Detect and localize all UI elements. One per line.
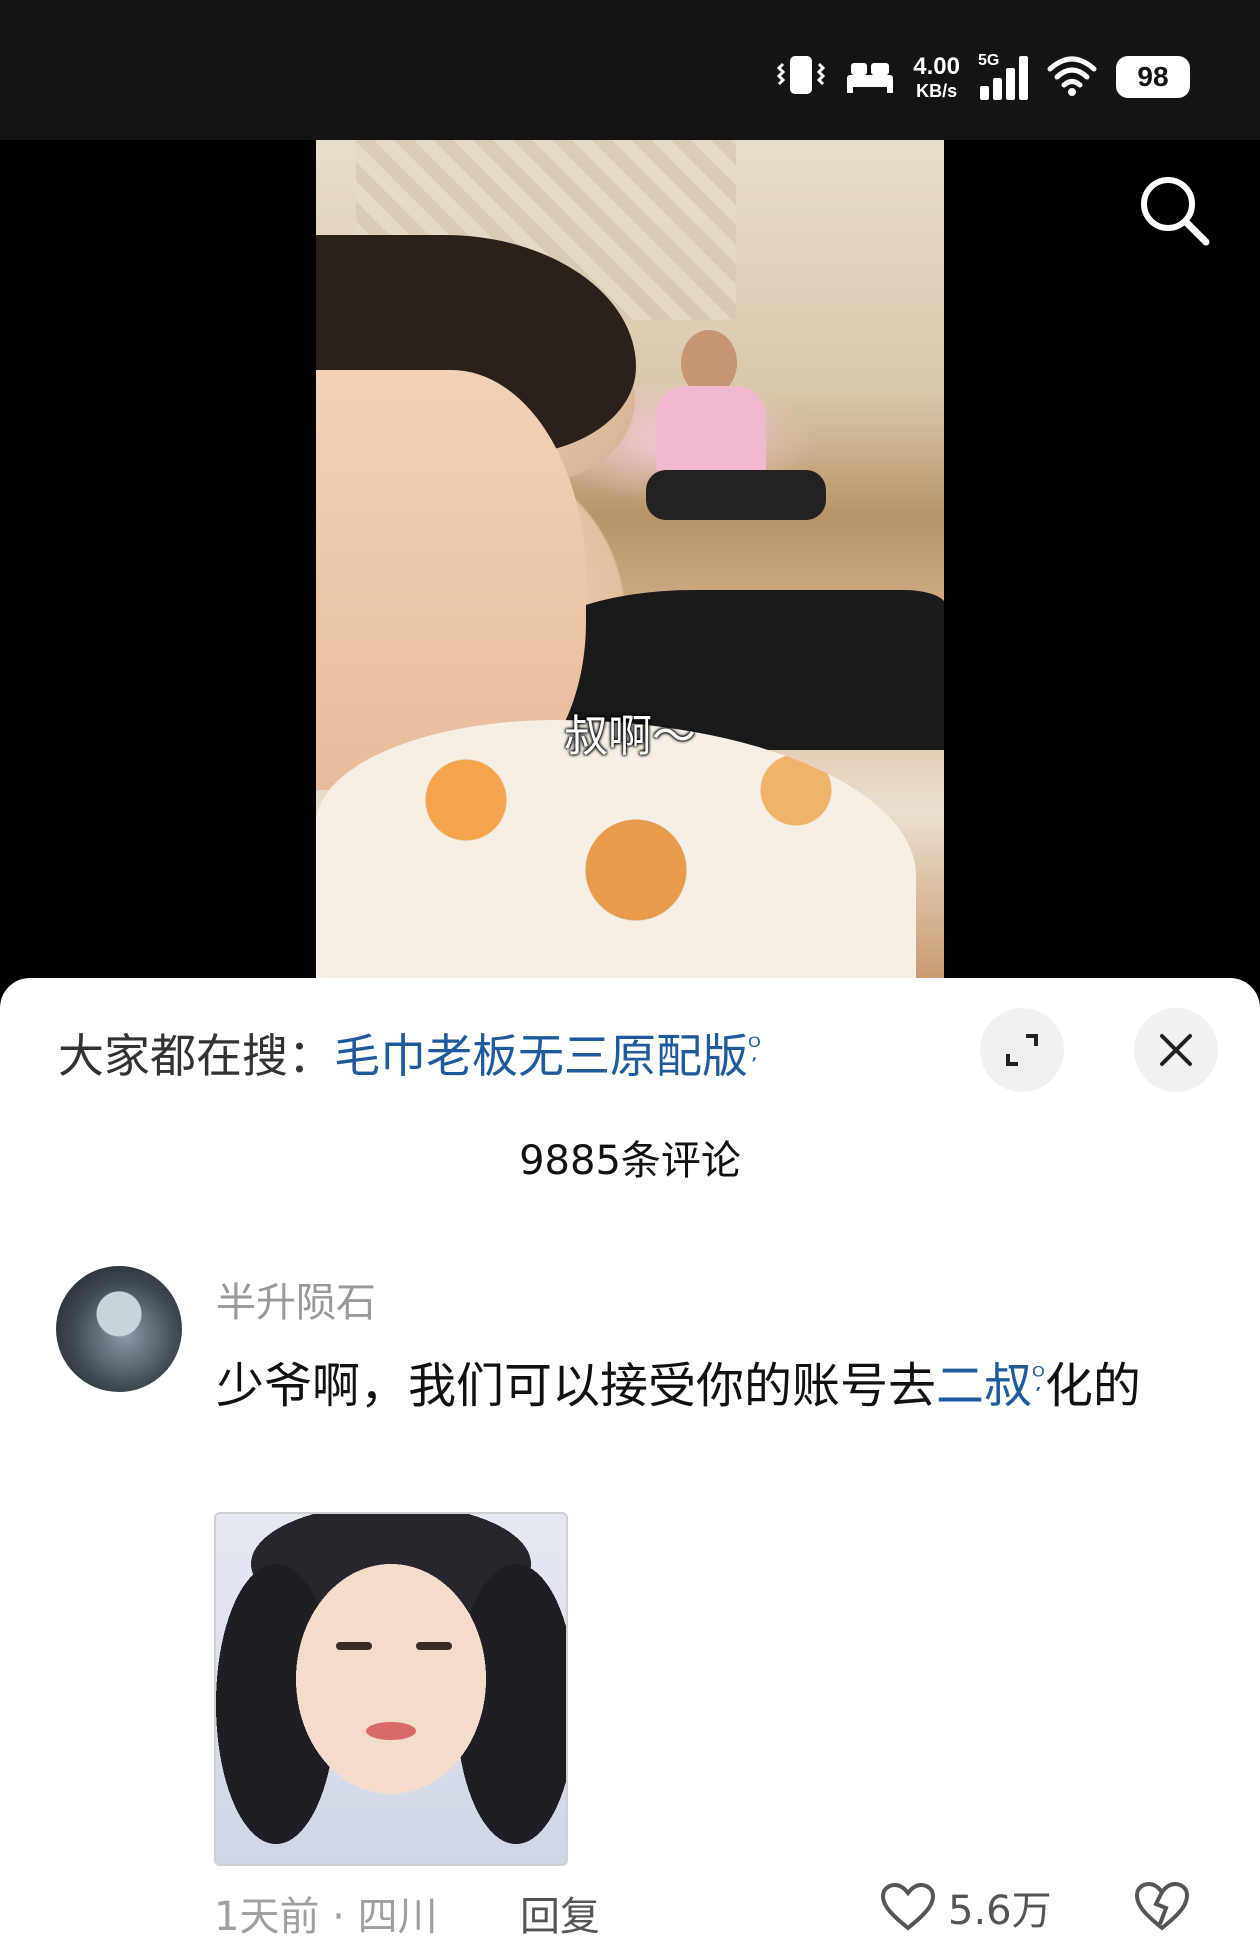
comment-text-after: 化的 — [1044, 1358, 1141, 1414]
trending-search[interactable]: 大家都在搜：毛巾老板无三原配版ᴼ̦ — [58, 1020, 761, 1086]
status-icons: 4.00 KB/s 5G 98 — [775, 52, 1190, 102]
video-background-person — [646, 330, 826, 550]
search-icon[interactable] — [1134, 170, 1214, 250]
bed-icon — [845, 55, 895, 99]
comment-username[interactable]: 半升陨石 — [216, 1270, 376, 1328]
reply-button[interactable]: 回复 — [520, 1884, 600, 1942]
broken-heart-icon — [1134, 1881, 1190, 1931]
video-subtitle: 叔啊～ — [564, 711, 696, 762]
expand-button[interactable] — [980, 1008, 1064, 1092]
comment-sticker-image[interactable] — [214, 1512, 568, 1866]
status-bar: 4.00 KB/s 5G 98 — [0, 0, 1260, 140]
net-speed: 4.00 KB/s — [913, 52, 960, 101]
net-speed-unit: KB/s — [916, 80, 958, 101]
comment-keyword-link[interactable]: 二叔 — [936, 1358, 1032, 1414]
comment-time-location: 1天前 · 四川 — [214, 1894, 438, 1940]
net-speed-value: 4.00 — [913, 52, 960, 80]
like-button[interactable]: 5.6万 — [880, 1878, 1052, 1936]
comment-text-before: 少爷啊，我们可以接受你的账号去 — [216, 1358, 937, 1414]
keyword-search-icon: ᴼ̦ — [748, 1032, 761, 1063]
battery-level: 98 — [1137, 61, 1169, 92]
vibrate-icon — [775, 52, 827, 102]
expand-icon — [1006, 1034, 1038, 1066]
signal-icon: 5G — [978, 52, 1028, 100]
dislike-button[interactable] — [1134, 1880, 1190, 1936]
screen: 4.00 KB/s 5G 98 叔啊～ 大家都在搜：毛巾老板无三原配版ᴼ̦ 98… — [0, 0, 1260, 1960]
close-button[interactable] — [1134, 1008, 1218, 1092]
heart-icon — [880, 1882, 936, 1931]
comment-count: 9885条评论 — [519, 1138, 741, 1184]
comments-sheet: 大家都在搜：毛巾老板无三原配版ᴼ̦ 9885条评论 半升陨石 少爷啊，我们可以接… — [0, 978, 1260, 1960]
comment-text: 少爷啊，我们可以接受你的账号去二叔ᴼ̦化的 — [216, 1340, 1206, 1423]
video-frame[interactable]: 叔啊～ — [316, 140, 944, 980]
trending-prefix: 大家都在搜： — [58, 1029, 334, 1083]
video-player[interactable]: 叔啊～ — [0, 140, 1260, 980]
keyword-search-icon: ᴼ̦ — [1032, 1362, 1045, 1392]
close-icon — [1160, 1034, 1192, 1066]
battery-icon: 98 — [1116, 56, 1190, 98]
trending-keyword[interactable]: 毛巾老板无三原配版 — [334, 1029, 748, 1083]
network-type: 5G — [978, 52, 1000, 69]
avatar[interactable] — [56, 1266, 182, 1392]
wifi-icon — [1046, 53, 1098, 101]
like-count: 5.6万 — [948, 1888, 1052, 1934]
